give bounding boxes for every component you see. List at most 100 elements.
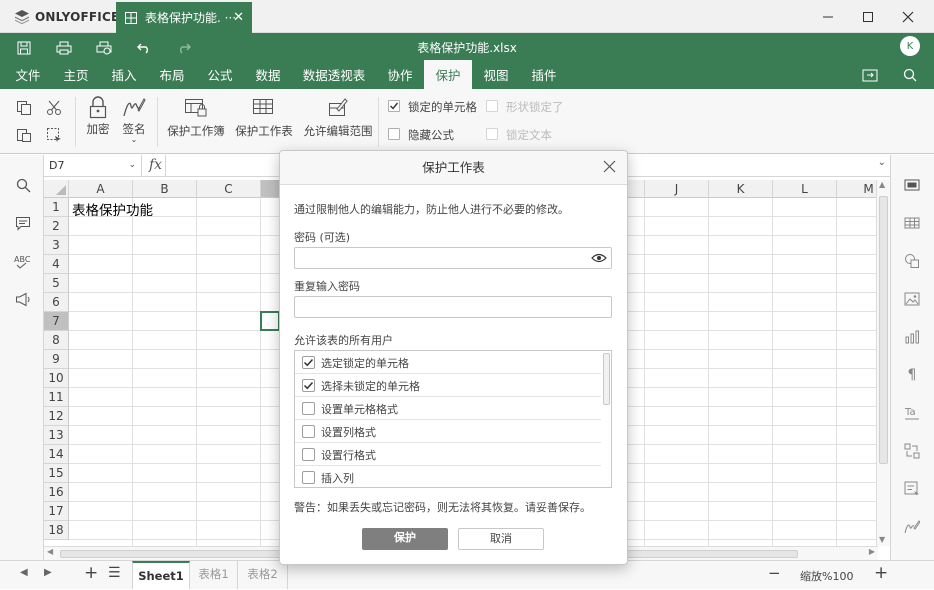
permission-item[interactable]: 设置列格式 xyxy=(295,420,601,443)
prev-sheet-icon[interactable]: ◀ xyxy=(20,567,28,578)
column-header-j[interactable]: J xyxy=(645,180,709,198)
row-header-9[interactable]: 9 xyxy=(44,350,69,369)
minimize-button[interactable] xyxy=(808,0,848,33)
row-header-6[interactable]: 6 xyxy=(44,293,69,312)
tab-plugins[interactable]: 插件 xyxy=(524,60,564,89)
permission-item[interactable]: 选定锁定的单元格 xyxy=(295,351,601,374)
row-header-10[interactable]: 10 xyxy=(44,369,69,388)
cancel-button[interactable]: 取消 xyxy=(458,528,544,550)
row-header-14[interactable]: 14 xyxy=(44,445,69,464)
select-all-button[interactable] xyxy=(43,124,65,146)
sheet-tab-3[interactable]: 表格2 xyxy=(238,561,288,589)
protect-button[interactable]: 保护 xyxy=(362,528,448,550)
permission-item[interactable]: 选择未锁定的单元格 xyxy=(295,374,601,397)
tab-view[interactable]: 视图 xyxy=(476,60,516,89)
document-tab[interactable]: 表格保护功能. ··· ✕ xyxy=(116,2,252,33)
table-settings-button[interactable] xyxy=(901,212,923,234)
encrypt-button[interactable]: 加密 xyxy=(82,96,114,137)
image-settings-button[interactable] xyxy=(901,288,923,310)
row-header-7[interactable]: 7 xyxy=(44,312,69,331)
locked-cell-checkbox[interactable] xyxy=(388,100,400,112)
permission-item[interactable]: 插入列 xyxy=(295,466,601,487)
sheet-list-icon[interactable]: ☰ xyxy=(108,565,121,581)
row-header-11[interactable]: 11 xyxy=(44,388,69,407)
search-button[interactable] xyxy=(900,66,920,84)
tab-layout[interactable]: 布局 xyxy=(152,60,192,89)
selected-cell-d7[interactable] xyxy=(260,311,280,331)
dialog-close-button[interactable] xyxy=(603,160,617,174)
form-settings-button[interactable] xyxy=(901,478,923,500)
row-header-15[interactable]: 15 xyxy=(44,464,69,483)
sheet-tab-sheet1[interactable]: Sheet1 xyxy=(132,561,190,589)
find-button[interactable] xyxy=(12,174,34,196)
open-location-button[interactable] xyxy=(860,66,880,84)
signature-button[interactable]: 签名 ⌄ xyxy=(118,96,150,144)
tab-collaboration[interactable]: 协作 xyxy=(380,60,420,89)
hidden-formulas-checkbox[interactable] xyxy=(388,128,400,140)
column-header-c[interactable]: C xyxy=(197,180,261,198)
permission-checkbox[interactable] xyxy=(302,471,315,484)
repeat-password-field[interactable] xyxy=(294,296,612,318)
insert-function-button[interactable]: fx xyxy=(146,155,166,177)
tab-file[interactable]: 文件 xyxy=(8,60,48,89)
comments-button[interactable] xyxy=(12,212,34,234)
scroll-left-icon[interactable]: ◀ xyxy=(47,547,53,556)
close-tab-icon[interactable]: ✕ xyxy=(233,10,244,25)
list-scrollbar[interactable] xyxy=(603,353,610,405)
cell-settings-button[interactable] xyxy=(901,174,923,196)
allow-edit-ranges-button[interactable]: 允许编辑范围 xyxy=(302,98,374,139)
tab-formula[interactable]: 公式 xyxy=(200,60,240,89)
tab-insert[interactable]: 插入 xyxy=(104,60,144,89)
paragraph-settings-icon[interactable]: ¶ xyxy=(901,364,923,386)
protect-workbook-button[interactable]: 保护工作簿 xyxy=(166,98,226,139)
feedback-button[interactable] xyxy=(12,288,34,310)
text-art-button[interactable]: Ta xyxy=(901,402,923,424)
cut-button[interactable] xyxy=(43,97,65,119)
name-box[interactable]: D7 ⌄ xyxy=(44,155,142,177)
row-header-2[interactable]: 2 xyxy=(44,217,69,236)
zoom-in-icon[interactable]: + xyxy=(874,563,888,583)
permission-checkbox[interactable] xyxy=(302,402,315,415)
tab-protection[interactable]: 保护 xyxy=(424,60,472,89)
zoom-out-icon[interactable]: − xyxy=(768,564,781,582)
spellcheck-button[interactable]: ABC xyxy=(12,250,34,272)
row-header-13[interactable]: 13 xyxy=(44,426,69,445)
cell-a1[interactable]: 表格保护功能 xyxy=(72,199,153,219)
scroll-thumb[interactable] xyxy=(879,196,888,464)
permission-item[interactable]: 设置单元格格式 xyxy=(295,397,601,420)
eye-icon[interactable] xyxy=(591,253,607,263)
row-header-18[interactable]: 18 xyxy=(44,521,69,540)
column-header-a[interactable]: A xyxy=(69,180,133,198)
row-header-5[interactable]: 5 xyxy=(44,274,69,293)
row-header-12[interactable]: 12 xyxy=(44,407,69,426)
add-sheet-icon[interactable]: + xyxy=(84,563,98,583)
permission-checkbox[interactable] xyxy=(302,379,315,392)
signature-settings-button[interactable] xyxy=(901,516,923,538)
sheet-tab-2[interactable]: 表格1 xyxy=(190,561,238,589)
permission-item[interactable]: 设置行格式 xyxy=(295,443,601,466)
scroll-down-icon[interactable]: ▼ xyxy=(879,535,885,544)
permission-checkbox[interactable] xyxy=(302,356,315,369)
permission-checkbox[interactable] xyxy=(302,448,315,461)
pivot-settings-button[interactable] xyxy=(901,440,923,462)
copy-button[interactable] xyxy=(13,97,35,119)
scroll-up-icon[interactable]: ▲ xyxy=(879,180,885,189)
tab-data[interactable]: 数据 xyxy=(248,60,288,89)
select-all-corner[interactable] xyxy=(44,180,69,198)
row-header-4[interactable]: 4 xyxy=(44,255,69,274)
chart-settings-button[interactable] xyxy=(901,326,923,348)
protect-sheet-button[interactable]: 保护工作表 xyxy=(234,98,294,139)
tab-home[interactable]: 主页 xyxy=(56,60,96,89)
row-header-3[interactable]: 3 xyxy=(44,236,69,255)
vertical-scrollbar[interactable]: ▲ ▼ xyxy=(876,180,890,546)
maximize-button[interactable] xyxy=(848,0,888,33)
column-header-l[interactable]: L xyxy=(773,180,837,198)
permissions-list[interactable]: 选定锁定的单元格 选择未锁定的单元格 设置单元格格式 设置列格式 设置行格式 插… xyxy=(294,350,612,488)
close-window-button[interactable] xyxy=(888,0,928,33)
column-header-k[interactable]: K xyxy=(709,180,773,198)
scroll-right-icon[interactable]: ▶ xyxy=(869,547,875,556)
tab-pivot-table[interactable]: 数据透视表 xyxy=(298,60,370,89)
row-header-1[interactable]: 1 xyxy=(44,198,69,217)
next-sheet-icon[interactable]: ▶ xyxy=(44,567,52,578)
permission-checkbox[interactable] xyxy=(302,425,315,438)
